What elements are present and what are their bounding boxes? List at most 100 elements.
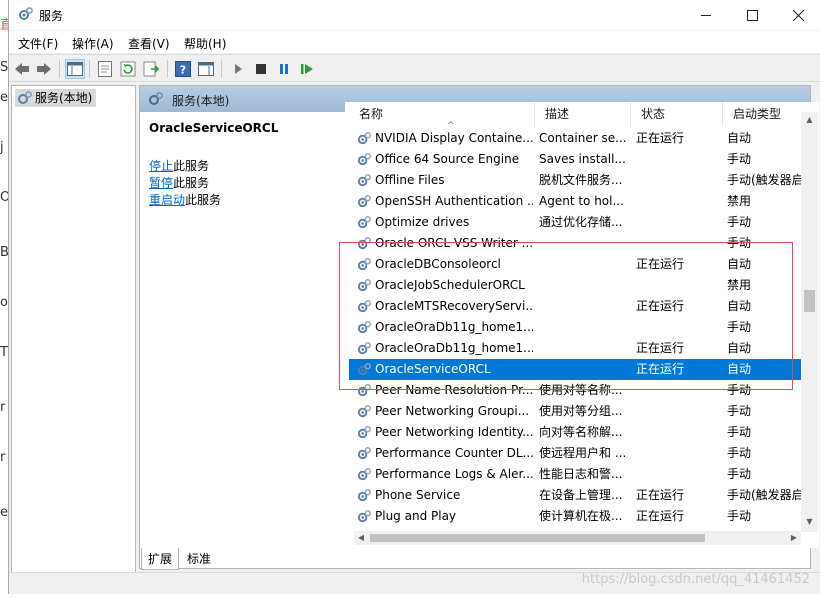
menu-help[interactable]: 帮助(H) (184, 35, 226, 52)
table-row[interactable]: Performance Logs & Aler... 性能日志和警... 手动 (349, 464, 805, 485)
back-button[interactable] (12, 59, 32, 79)
stop-icon (256, 64, 266, 74)
action-pause: 暂停此服务 (149, 174, 209, 191)
arrow-left-icon (15, 63, 29, 75)
tree-item-services-local[interactable]: 服务(本地) (15, 89, 97, 107)
service-startup-type-cell: 手动 (727, 236, 752, 250)
start-service-button[interactable] (228, 59, 248, 79)
table-row[interactable]: Plug and Play 使计算机在极... 正在运行 手动 (349, 506, 805, 527)
service-name-cell: OpenSSH Authentication ... (375, 194, 533, 208)
service-startup-type-cell: 手动 (727, 509, 752, 523)
service-startup-type-cell: 手动 (727, 383, 752, 397)
help-button[interactable]: ? (173, 59, 193, 79)
column-name-label: 名称 (359, 107, 384, 121)
stop-service-link[interactable]: 停止 (149, 159, 173, 173)
close-button[interactable] (775, 0, 820, 30)
table-row[interactable]: OracleJobSchedulerORCL 禁用 (349, 275, 805, 296)
service-description-cell: 使远程用户和 ... (539, 446, 627, 460)
action-pane-icon (198, 62, 214, 76)
column-header-description[interactable]: 描述 (535, 102, 631, 126)
service-name-cell: Phone Service (375, 488, 461, 502)
menu-view[interactable]: 查看(V) (128, 35, 170, 52)
vertical-scrollbar[interactable]: ▲ ▼ (801, 112, 818, 532)
service-status-cell: 正在运行 (636, 488, 685, 502)
refresh-button[interactable] (118, 59, 138, 79)
vertical-scroll-thumb[interactable] (804, 290, 815, 312)
stop-service-button[interactable] (251, 59, 271, 79)
export-list-button[interactable] (141, 59, 161, 79)
maximize-button[interactable] (729, 0, 775, 30)
action-stop: 停止此服务 (149, 157, 209, 174)
service-gear-icon (357, 384, 371, 397)
scroll-left-icon[interactable]: ◀ (354, 531, 368, 545)
service-gear-icon (357, 132, 371, 145)
table-row[interactable]: OpenSSH Authentication ... Agent to hol..… (349, 191, 805, 212)
table-row[interactable]: OracleOraDb11g_home1... 正在运行 自动 (349, 338, 805, 359)
restart-service-link[interactable]: 重启动 (149, 193, 185, 207)
table-row[interactable]: OracleDBConsoleorcl 正在运行 自动 (349, 254, 805, 275)
table-row[interactable]: Phone Service 在设备上管理... 正在运行 手动(触发器启 (349, 485, 805, 506)
properties-button[interactable] (95, 59, 115, 79)
service-status-cell: 正在运行 (636, 299, 685, 313)
table-row[interactable]: NVIDIA Display Containe... Container se..… (349, 128, 805, 149)
service-status-cell: 正在运行 (636, 341, 685, 355)
restart-icon (301, 64, 313, 74)
service-name-cell: Peer Name Resolution Pr... (375, 383, 533, 397)
scroll-right-icon[interactable]: ▶ (787, 531, 801, 545)
service-gear-icon (357, 279, 371, 292)
tab-standard[interactable]: 标准 (181, 548, 217, 570)
service-status-cell: 正在运行 (636, 257, 685, 271)
table-row[interactable]: Peer Networking Groupi... 使用对等分组... 手动 (349, 401, 805, 422)
table-row[interactable]: Oracle ORCL VSS Writer ... 手动 (349, 233, 805, 254)
column-header-status[interactable]: 状态 (631, 102, 723, 126)
column-header-startup-type[interactable]: 启动类型 (723, 102, 803, 126)
toolbar: ? (9, 54, 820, 82)
service-name-cell: Office 64 Source Engine (375, 152, 520, 166)
table-row[interactable]: Performance Counter DL... 使远程用户和 ... 手动 (349, 443, 805, 464)
minimize-button[interactable] (683, 0, 729, 30)
scroll-down-icon[interactable]: ▼ (801, 514, 818, 530)
services-gear-icon (149, 92, 163, 105)
toolbar-separator (59, 60, 60, 78)
table-row[interactable]: OracleServiceORCL 正在运行 自动 (349, 359, 805, 380)
table-row[interactable]: Optimize drives 通过优化存储... 手动 (349, 212, 805, 233)
table-row[interactable]: OracleMTSRecoveryServi... 正在运行 自动 (349, 296, 805, 317)
service-startup-type-cell: 手动 (727, 446, 752, 460)
horizontal-scrollbar[interactable]: ◀ ▶ (354, 531, 801, 545)
horizontal-scroll-thumb[interactable] (370, 534, 705, 542)
pause-service-link[interactable]: 暂停 (149, 176, 173, 190)
restart-service-button[interactable] (297, 59, 317, 79)
column-header-name[interactable]: 名称 ^ (349, 102, 535, 131)
show-action-pane-button[interactable] (196, 59, 216, 79)
service-gear-icon (357, 153, 371, 166)
table-row[interactable]: OracleOraDb11g_home1... 手动 (349, 317, 805, 338)
service-name-cell: Offline Files (375, 173, 445, 187)
pause-service-button[interactable] (274, 59, 294, 79)
forward-button[interactable] (34, 59, 54, 79)
service-gear-icon (357, 174, 371, 187)
column-desc-label: 描述 (545, 107, 570, 121)
service-name-cell: OracleOraDb11g_home1... (375, 341, 533, 355)
title-bar[interactable]: 服务 (9, 0, 820, 30)
table-row[interactable]: Office 64 Source Engine Saves install... 手… (349, 149, 805, 170)
service-startup-type-cell: 手动 (727, 404, 752, 418)
window-title: 服务 (39, 9, 64, 23)
menu-file[interactable]: 文件(F) (18, 35, 58, 52)
service-description-cell: 在设备上管理... (539, 488, 623, 502)
table-row[interactable]: Peer Name Resolution Pr... 使用对等名称... 手动 (349, 380, 805, 401)
properties-icon (98, 61, 112, 77)
scroll-up-icon[interactable]: ▲ (801, 112, 818, 128)
service-startup-type-cell: 禁用 (727, 278, 752, 292)
service-description-cell: 性能日志和警... (539, 467, 623, 481)
refresh-icon (120, 61, 136, 77)
selected-service-name: OracleServiceORCL (149, 121, 279, 135)
show-hide-console-tree-button[interactable] (65, 59, 85, 79)
tab-extended[interactable]: 扩展 (141, 548, 180, 570)
service-gear-icon (357, 468, 371, 481)
service-gear-icon (357, 447, 371, 460)
close-icon (792, 9, 804, 21)
service-name-cell: OracleDBConsoleorcl (375, 257, 501, 271)
table-row[interactable]: Offline Files 脱机文件服务... 手动(触发器启 (349, 170, 805, 191)
table-row[interactable]: Peer Networking Identity... 向对等名称解... 手动 (349, 422, 805, 443)
menu-action[interactable]: 操作(A) (72, 35, 114, 52)
